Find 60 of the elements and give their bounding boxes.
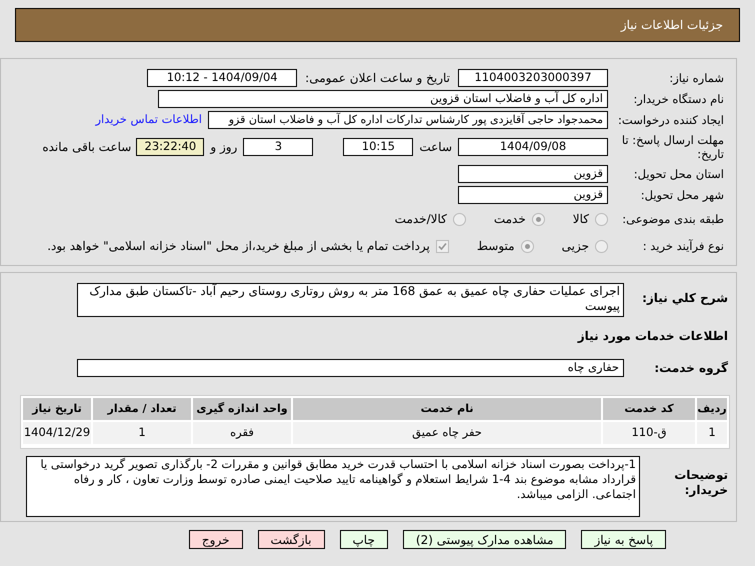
option-label: جزیی: [562, 238, 589, 255]
input-field[interactable]: قزوین: [458, 186, 608, 204]
input-field[interactable]: اداره کل آب و فاضلاب استان قزوین: [158, 90, 608, 108]
table-cell: ق-110: [603, 422, 695, 444]
action-button[interactable]: پاسخ به نیاز: [581, 530, 666, 549]
table-cell: 1404/12/29: [23, 422, 91, 444]
table-cell: فقره: [193, 422, 291, 444]
field-label: ایجاد کننده درخواست:: [617, 113, 725, 127]
contact-link[interactable]: اطلاعات تماس خریدار: [95, 111, 202, 129]
option-label: کالا/خدمت: [394, 211, 447, 228]
table-cell: حفر چاه عمیق: [293, 422, 601, 444]
input-field[interactable]: 1404/09/04 - 10:12: [147, 69, 298, 87]
table-cell: 1: [697, 422, 727, 444]
radio-button[interactable]: [595, 240, 608, 252]
action-button[interactable]: مشاهده مدارک پیوستی (2): [402, 530, 566, 549]
action-button[interactable]: چاپ: [340, 530, 388, 549]
option-label: کالا: [572, 211, 589, 228]
field-label: ساعت باقی مانده: [42, 139, 132, 156]
input-field[interactable]: محمدجواد حاجی آقایزدی پور کارشناس تدارکات اداره کل آب و فاضلاب استان قزو: [208, 111, 608, 129]
column-header: نام خدمت: [293, 398, 601, 420]
field-label: نام دستگاه خریدار:: [632, 92, 725, 106]
field-label: روز و: [210, 139, 238, 156]
radio-button[interactable]: [452, 212, 466, 226]
payment-note: پرداخت تمام یا بخشی از مبلغ خرید،از محل "اسناد خزانه اسلامی" خواهد بود.: [47, 238, 430, 255]
column-header: ردیف: [697, 398, 727, 420]
action-button[interactable]: بازگشت: [258, 530, 324, 549]
input-field[interactable]: 3: [243, 138, 314, 156]
field-label: شماره نیاز:: [668, 71, 725, 85]
radio-button[interactable]: [520, 240, 534, 252]
column-header: تعداد / مقدار: [93, 398, 191, 420]
checkbox[interactable]: [436, 240, 449, 252]
input-field[interactable]: حفاری چاه: [77, 359, 624, 377]
section-heading: اطلاعات خدمات مورد نیاز: [576, 328, 729, 345]
page-title: جزئیات اطلاعات نیاز: [620, 17, 723, 34]
input-field[interactable]: 10:15: [343, 138, 414, 156]
column-header: واحد اندازه گیری: [193, 398, 291, 420]
input-field: 23:22:40: [136, 138, 204, 156]
input-field[interactable]: قزوین: [458, 165, 608, 183]
column-header: تاریخ نیاز: [23, 398, 91, 420]
description-textarea[interactable]: اجرای عملیات حفاری چاه عمیق به عمق 168 متر به روش روتاری روستای رحیم آباد -تاکستان طبق مدارک پیوست: [77, 283, 624, 317]
column-header: کد خدمت: [603, 398, 695, 420]
field-label: تاریخ و ساعت اعلان عمومی:: [304, 70, 451, 87]
field-label: استان محل تحویل:: [632, 167, 725, 181]
field-label: ساعت: [419, 139, 452, 156]
input-field[interactable]: 1404/09/08: [458, 138, 608, 156]
table-cell: 1: [93, 422, 191, 444]
field-label: گروه خدمت:: [653, 360, 729, 377]
option-label: متوسط: [476, 238, 515, 255]
field-label: شهر محل تحویل:: [640, 188, 725, 202]
radio-button[interactable]: [532, 212, 545, 226]
action-button[interactable]: خروج: [188, 530, 242, 549]
field-label: مهلت ارسال پاسخ: تا تاریخ:: [620, 133, 725, 161]
field-label: توضیحات خریدار:: [673, 467, 729, 498]
field-label: نوع فرآیند خرید :: [642, 239, 725, 253]
radio-button[interactable]: [595, 212, 608, 226]
field-label: شرح کلي نیاز:: [641, 290, 729, 307]
input-field[interactable]: 1104003203000397: [458, 69, 608, 87]
option-label: خدمت: [494, 211, 526, 228]
field-label: طبقه بندی موضوعی:: [621, 212, 725, 226]
notes-textarea[interactable]: 1-پرداخت بصورت اسناد خزانه اسلامی با احتساب قدرت خرید مطابق قوانین و مقررات 2- بارگذاری تصویر گرید درخواستی یا قرارداد مشابه موضوع بند 4-1 شرایط استعلام و گواهینامه تایید صلاحیت ایمنی صادره توسط وزارت تعاون ، کار و رفاه اجتماعی. الزامی میباشد.: [26, 456, 640, 517]
